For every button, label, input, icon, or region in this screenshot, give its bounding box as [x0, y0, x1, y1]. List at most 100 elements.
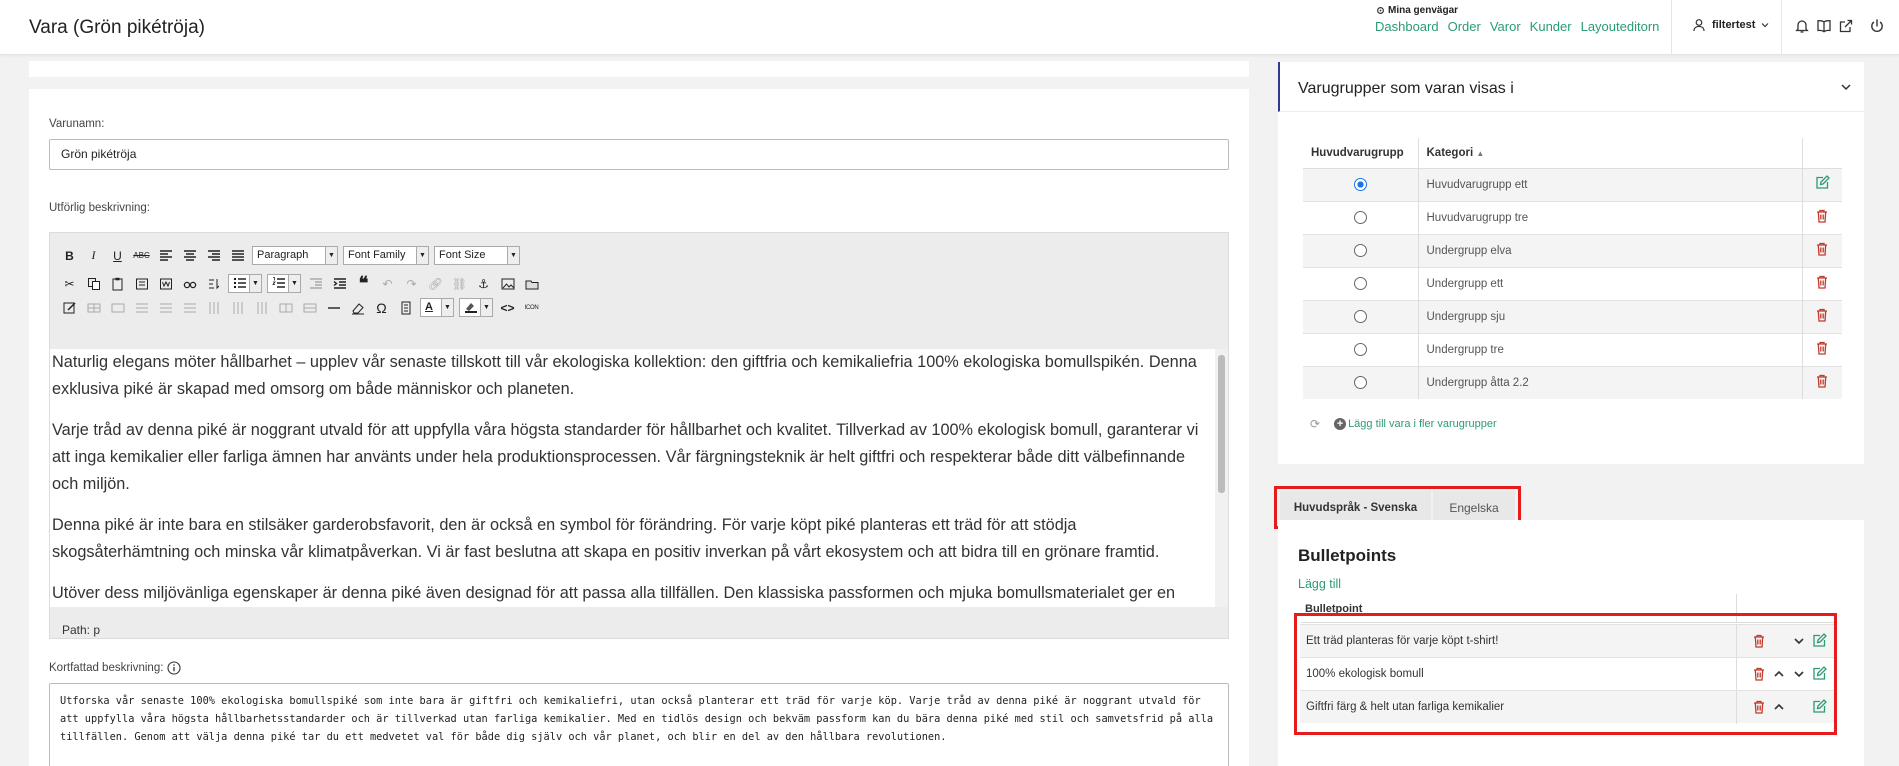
editor-content-area[interactable]: Naturlig elegans möter hållbarhet – uppl… — [50, 349, 1217, 607]
action-cell — [1802, 365, 1842, 399]
scrollbar-thumb[interactable] — [1218, 355, 1225, 493]
power-icon[interactable] — [1869, 18, 1885, 34]
indent-icon[interactable] — [330, 274, 349, 293]
book-icon[interactable] — [1816, 18, 1832, 34]
action-cell — [1802, 233, 1842, 267]
add-groups-link[interactable]: Lägg till vara i fler varugrupper — [1348, 418, 1497, 430]
paste-text-icon[interactable] — [132, 274, 151, 293]
copy-icon[interactable] — [84, 274, 103, 293]
bullet-list-button[interactable]: ▼ — [228, 274, 262, 293]
main-group-radio[interactable] — [1353, 178, 1367, 191]
bulletpoints-title: Bulletpoints — [1298, 546, 1397, 565]
delete-row-icon[interactable] — [180, 298, 199, 317]
bold-icon[interactable]: B — [60, 246, 79, 265]
split-cells-icon[interactable] — [276, 298, 295, 317]
anchor-icon[interactable]: ⚓︎ — [474, 274, 493, 293]
main-group-radio[interactable] — [1353, 310, 1367, 323]
col-before-icon[interactable] — [204, 298, 223, 317]
product-name-input[interactable]: Grön pikétröja — [49, 139, 1229, 170]
category-cell: Huvudvarugrupp ett — [1418, 167, 1803, 201]
align-center-icon[interactable] — [180, 246, 199, 265]
action-cell — [1802, 200, 1842, 234]
image-icon[interactable] — [498, 274, 517, 293]
main-group-radio[interactable] — [1353, 211, 1367, 224]
main-group-radio[interactable] — [1353, 376, 1367, 390]
row-before-icon[interactable] — [132, 298, 151, 317]
replace-icon[interactable] — [204, 274, 223, 293]
unlink-icon[interactable]: ⛓︎ — [450, 274, 469, 293]
add-bulletpoint-link[interactable]: Lägg till — [1298, 577, 1341, 591]
underline-icon[interactable]: U — [108, 246, 127, 265]
code-icon[interactable]: <> — [498, 298, 517, 317]
format-select[interactable]: Paragraph ▼ — [252, 246, 338, 265]
highlight-icon — [465, 303, 477, 314]
special-char-icon[interactable]: Ω — [372, 298, 391, 317]
main-group-radio[interactable] — [1353, 343, 1367, 356]
main-group-radio[interactable] — [1353, 244, 1367, 257]
col-after-icon[interactable] — [228, 298, 247, 317]
sync-icon[interactable]: ⟳ — [1310, 417, 1320, 431]
bell-icon[interactable] — [1794, 18, 1810, 34]
table-props-icon[interactable] — [84, 298, 103, 317]
trash-icon[interactable] — [1814, 241, 1830, 260]
shortcut-kunder[interactable]: Kunder — [1530, 19, 1572, 34]
shortcut-dashboard[interactable]: Dashboard — [1375, 19, 1439, 34]
cell-props-icon[interactable] — [108, 298, 127, 317]
shortcut-layouteditorn[interactable]: Layouteditorn — [1581, 19, 1660, 34]
row-after-icon[interactable] — [156, 298, 175, 317]
blockquote-icon[interactable]: ❝ — [354, 273, 373, 293]
merge-cells-icon[interactable] — [300, 298, 319, 317]
font-family-select[interactable]: Font Family ▼ — [343, 246, 429, 265]
paste-icon[interactable] — [108, 274, 127, 293]
chevron-down-icon — [1761, 23, 1769, 28]
edit-icon[interactable] — [1814, 175, 1831, 194]
eraser-icon[interactable] — [348, 298, 367, 317]
file-browser-icon[interactable] — [522, 274, 541, 293]
link-icon[interactable]: 🔗︎ — [426, 274, 445, 293]
find-icon[interactable] — [180, 274, 199, 293]
bullet-list-icon — [233, 277, 246, 289]
paste-word-icon[interactable] — [156, 274, 175, 293]
redo-icon[interactable]: ↷ — [402, 274, 421, 293]
cut-icon[interactable]: ✂ — [60, 274, 79, 293]
info-icon[interactable] — [167, 661, 181, 675]
outdent-icon[interactable] — [306, 274, 325, 293]
trash-icon[interactable] — [1814, 340, 1830, 359]
delete-col-icon[interactable] — [252, 298, 271, 317]
align-left-icon[interactable] — [156, 246, 175, 265]
numbered-list-button[interactable]: ▼ — [267, 274, 301, 293]
trash-icon[interactable] — [1814, 307, 1830, 326]
chevron-down-icon[interactable] — [1840, 81, 1852, 93]
text-color-button[interactable]: A ▼ — [420, 298, 454, 317]
table-row: Undergrupp åtta 2.2 — [1303, 365, 1842, 399]
shortcut-varor[interactable]: Varor — [1490, 19, 1521, 34]
main-group-radio[interactable] — [1353, 277, 1367, 290]
category-cell: Undergrupp sju — [1418, 299, 1803, 333]
align-justify-icon[interactable] — [228, 246, 247, 265]
user-menu[interactable]: filtertest — [1692, 18, 1769, 32]
external-link-icon[interactable] — [1838, 18, 1854, 34]
shortcuts-title-label: Mina genvägar — [1388, 5, 1459, 16]
italic-icon[interactable]: I — [84, 246, 103, 265]
trash-icon[interactable] — [1814, 274, 1830, 293]
gear-icon — [1377, 7, 1384, 14]
edit-icon[interactable] — [60, 298, 79, 317]
main-group-cell — [1303, 266, 1419, 300]
trash-icon[interactable] — [1814, 373, 1830, 392]
main-group-cell — [1303, 332, 1419, 366]
print-icon[interactable] — [396, 298, 415, 317]
font-size-select[interactable]: Font Size ▼ — [434, 246, 520, 265]
bg-color-button[interactable]: ▼ — [459, 298, 493, 317]
shortcut-order[interactable]: Order — [1448, 19, 1481, 34]
undo-icon[interactable]: ↶ — [378, 274, 397, 293]
horizontal-rule-icon[interactable] — [324, 298, 343, 317]
short-description-textarea[interactable]: Utforska vår senaste 100% ekologiska bom… — [49, 683, 1229, 766]
strikethrough-icon[interactable]: ABC — [132, 246, 151, 265]
icon-plugin-icon[interactable]: ICON — [522, 298, 541, 317]
trash-icon[interactable] — [1814, 208, 1830, 227]
editor-scrollbar[interactable] — [1215, 349, 1228, 607]
align-right-icon[interactable] — [204, 246, 223, 265]
col-header-category[interactable]: Kategori ▲ — [1418, 138, 1803, 169]
font-size-value: Font Size — [439, 249, 486, 261]
category-cell: Undergrupp åtta 2.2 — [1418, 365, 1803, 399]
